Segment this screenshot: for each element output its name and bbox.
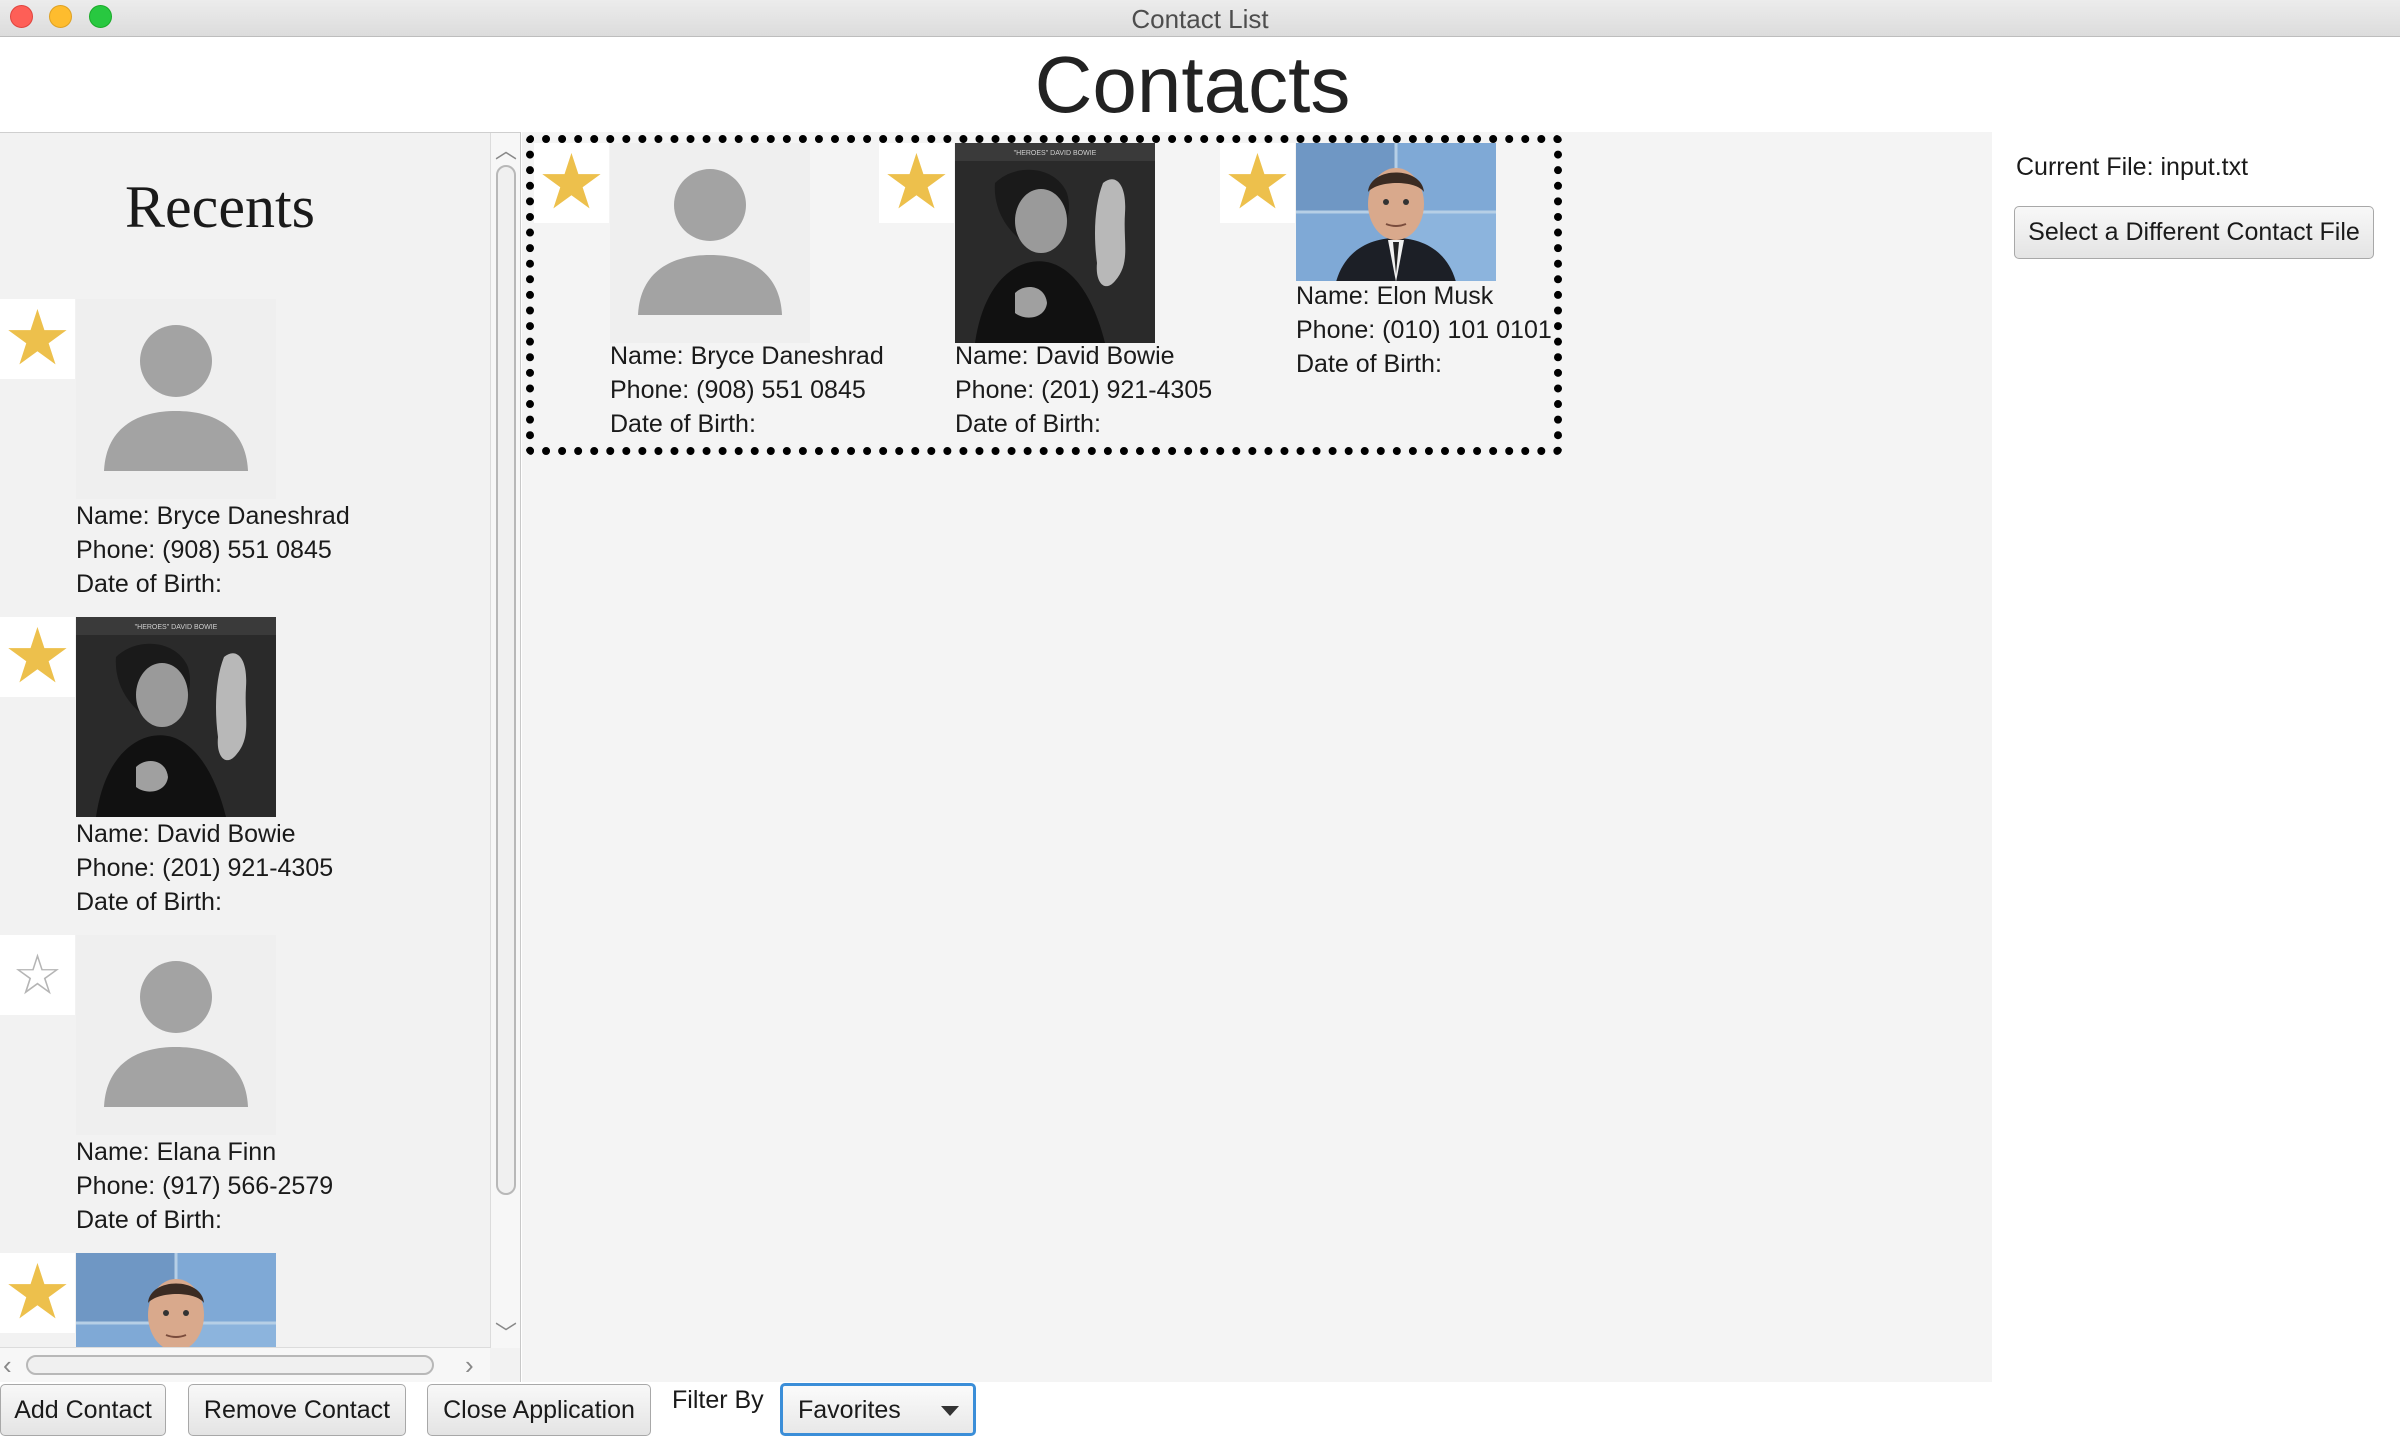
favorite-contact-card[interactable]: ★ Name: David Bowie Phone: (201) 921-430…	[879, 143, 1219, 443]
favorite-star-icon[interactable]: ★	[0, 299, 75, 379]
scroll-right-icon[interactable]: ›	[465, 1350, 474, 1381]
contact-photo	[610, 143, 810, 343]
add-contact-button[interactable]: Add Contact	[0, 1384, 166, 1436]
contact-details: Name: David Bowie Phone: (201) 921-4305 …	[955, 339, 1212, 441]
scroll-left-icon[interactable]: ‹	[3, 1350, 12, 1381]
chevron-down-icon	[941, 1406, 959, 1416]
current-file-label: Current File: input.txt	[2016, 153, 2249, 181]
contact-photo	[76, 935, 276, 1135]
contact-name: Name: Bryce Daneshrad	[610, 342, 884, 370]
contact-phone: Phone: (908) 551 0845	[610, 376, 866, 404]
contact-name: Name: David Bowie	[955, 342, 1175, 370]
favorite-star-icon[interactable]: ★	[879, 143, 954, 223]
contact-name: Name: Elana Finn	[76, 1138, 277, 1166]
recent-contact-card[interactable]: ★	[0, 1253, 480, 1353]
filter-selected-value: Favorites	[798, 1396, 901, 1424]
contact-dob: Date of Birth:	[76, 1206, 222, 1234]
contact-phone: Phone: (917) 566-2579	[76, 1172, 334, 1200]
contact-photo	[1296, 143, 1496, 281]
close-application-button[interactable]: Close Application	[427, 1384, 651, 1436]
contact-dob: Date of Birth:	[76, 570, 222, 598]
horizontal-scroll-thumb[interactable]	[26, 1355, 434, 1375]
contacts-display-area: ★ Name: Bryce Daneshrad Phone: (908) 551…	[522, 132, 1992, 1382]
contact-dob: Date of Birth:	[1296, 350, 1442, 378]
contact-details: Name: Elana Finn Phone: (917) 566-2579 D…	[76, 1135, 333, 1237]
contact-phone: Phone: (908) 551 0845	[76, 536, 332, 564]
recent-contact-card[interactable]: ★ Name: David Bowie Phone: (201) 921-430…	[0, 617, 480, 916]
contact-dob: Date of Birth:	[610, 410, 756, 438]
favorite-star-icon[interactable]: ★	[0, 1253, 75, 1333]
vertical-scroll-thumb[interactable]	[496, 165, 516, 1195]
remove-contact-button[interactable]: Remove Contact	[188, 1384, 406, 1436]
contact-name: Name: Bryce Daneshrad	[76, 502, 350, 530]
scroll-down-icon[interactable]: ﹀	[491, 1316, 520, 1348]
title-bar: Contact List	[0, 0, 2400, 37]
contact-list-window: Contact List Contacts Recents ★ Name: Br…	[0, 0, 2400, 1436]
horizontal-scrollbar[interactable]: ‹ ›	[0, 1347, 490, 1382]
favorite-star-icon[interactable]: ★	[0, 617, 75, 697]
contact-details: Name: David Bowie Phone: (201) 921-4305 …	[76, 817, 333, 919]
select-contact-file-button[interactable]: Select a Different Contact File	[2014, 206, 2374, 259]
placeholder-avatar-icon	[76, 935, 276, 1135]
scroll-up-icon[interactable]: ︿	[491, 133, 520, 165]
recents-panel[interactable]: Recents ★ Name: Bryce Daneshrad Phone: (…	[0, 132, 521, 1382]
recents-title: Recents	[125, 174, 315, 240]
contact-photo	[76, 1253, 276, 1349]
favorite-star-icon[interactable]: ★	[1220, 143, 1295, 223]
recent-contact-card[interactable]: ★ Name: Bryce Daneshrad Phone: (908) 551…	[0, 299, 480, 598]
vertical-scrollbar[interactable]: ︿ ﹀	[490, 133, 520, 1348]
window-title: Contact List	[1131, 4, 1269, 34]
placeholder-avatar-icon	[76, 299, 276, 499]
favorites-selection-box[interactable]: ★ Name: Bryce Daneshrad Phone: (908) 551…	[526, 135, 1562, 455]
favorite-contact-card[interactable]: ★ Name: Bryce Daneshrad Phone: (908) 551…	[534, 143, 884, 443]
contact-name: Name: Elon Musk	[1296, 282, 1494, 310]
contact-dob: Date of Birth:	[955, 410, 1101, 438]
page-title: Contacts	[1034, 40, 1351, 129]
contact-phone: Phone: (010) 101 0101	[1296, 316, 1552, 344]
filter-by-label: Filter By	[672, 1386, 764, 1414]
favorite-star-icon[interactable]: ★	[534, 143, 609, 223]
recent-contact-card[interactable]: ☆ Name: Elana Finn Phone: (917) 566-2579…	[0, 935, 480, 1234]
contact-photo	[76, 299, 276, 499]
filter-dropdown[interactable]: Favorites	[780, 1383, 976, 1436]
contact-dob: Date of Birth:	[76, 888, 222, 916]
contact-details: Name: Bryce Daneshrad Phone: (908) 551 0…	[610, 339, 884, 441]
contact-phone: Phone: (201) 921-4305	[76, 854, 334, 882]
unfavorite-star-icon[interactable]: ☆	[0, 935, 75, 1015]
contact-photo	[76, 617, 276, 817]
contact-details: Name: Elon Musk Phone: (010) 101 0101 Da…	[1296, 279, 1552, 381]
contact-details: Name: Bryce Daneshrad Phone: (908) 551 0…	[76, 499, 350, 601]
contact-name: Name: David Bowie	[76, 820, 296, 848]
favorite-contact-card[interactable]: ★ Name: Elon Musk Phone: (010) 101 0101 …	[1220, 143, 1560, 443]
contact-phone: Phone: (201) 921-4305	[955, 376, 1213, 404]
placeholder-avatar-icon	[610, 143, 810, 343]
contact-photo	[955, 143, 1155, 343]
